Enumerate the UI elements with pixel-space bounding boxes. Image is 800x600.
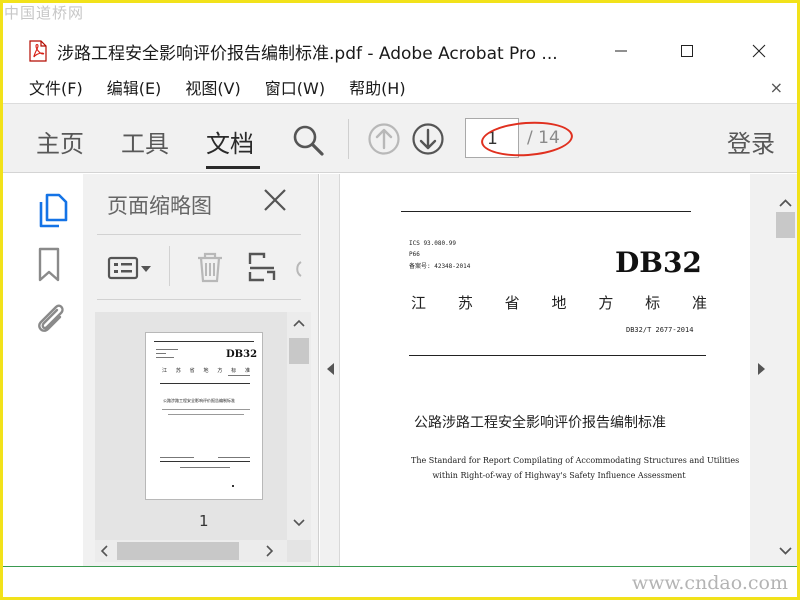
doc-code: DB32/T 2677-2014: [626, 326, 694, 334]
doc-ics: ICS 93.080.99: [409, 240, 456, 247]
doc-class: P66: [409, 251, 420, 258]
menu-bar: 文件(F) 编辑(E) 视图(V) 窗口(W) 帮助(H) ×: [3, 72, 797, 102]
tab-document[interactable]: 文档: [206, 124, 254, 159]
page-up-icon[interactable]: [367, 122, 401, 156]
thumb-province: 江苏省地方标准: [162, 368, 250, 374]
delete-icon[interactable]: [193, 250, 227, 284]
pane-divider: [97, 234, 301, 235]
thumb-db-mark: DB32: [226, 349, 258, 360]
scroll-thumb[interactable]: [776, 212, 795, 238]
bookmark-icon[interactable]: [37, 246, 63, 284]
page-down-icon[interactable]: [411, 122, 445, 156]
thumbnail-page-number: 1: [199, 512, 209, 530]
thumbnails-horizontal-scrollbar[interactable]: [95, 540, 287, 562]
tab-tools[interactable]: 工具: [121, 124, 169, 159]
expand-right-icon[interactable]: [757, 362, 767, 376]
thumbnails-vertical-scrollbar[interactable]: [287, 312, 311, 540]
tab-home[interactable]: 主页: [36, 124, 84, 159]
scroll-up-icon[interactable]: [293, 318, 305, 328]
thumbnails-pane: 页面缩略图 DB32 江苏省地方标准 公路涉路工程安全影响评价报告编制标准 1: [83, 174, 319, 566]
thumbnail-list: DB32 江苏省地方标准 公路涉路工程安全影响评价报告编制标准 1: [95, 312, 311, 562]
doc-standard-mark: DB32: [615, 246, 702, 279]
close-button[interactable]: [739, 36, 779, 66]
scroll-thumb[interactable]: [289, 338, 309, 364]
tool-separator: [169, 246, 170, 286]
minimize-button[interactable]: [601, 36, 641, 66]
menu-window[interactable]: 窗口(W): [265, 75, 325, 99]
minimize-icon: [615, 50, 627, 52]
more-tools-icon[interactable]: [295, 260, 303, 278]
collapse-left-icon[interactable]: [325, 362, 335, 376]
watermark-bottom: www.cndao.com: [631, 572, 788, 594]
document-vertical-scrollbar[interactable]: [774, 174, 797, 566]
doc-top-rule: [401, 211, 691, 212]
doc-title-cn: 公路涉路工程安全影响评价报告编制标准: [414, 415, 666, 431]
window-title: 涉路工程安全影响评价报告编制标准.pdf - Adobe Acrobat Pro…: [57, 43, 558, 64]
doc-rule: [409, 355, 706, 356]
maximize-button[interactable]: [667, 36, 707, 66]
login-button[interactable]: 登录: [727, 124, 775, 159]
scroll-up-icon[interactable]: [779, 198, 792, 208]
doc-title-en-2: within Right-of-way of Highway's Safety …: [432, 471, 686, 480]
pdf-file-icon: [29, 40, 47, 62]
main-toolbar: 主页 工具 文档 1 / 14 登录: [3, 103, 797, 173]
doc-province: 江苏省地方标准: [411, 294, 707, 312]
scroll-left-icon[interactable]: [99, 545, 109, 557]
title-bar: 涉路工程安全影响评价报告编制标准.pdf - Adobe Acrobat Pro…: [3, 30, 797, 72]
page-thumbnail[interactable]: DB32 江苏省地方标准 公路涉路工程安全影响评价报告编制标准: [145, 332, 263, 500]
scroll-thumb[interactable]: [117, 542, 239, 560]
pane-collapse-handle[interactable]: [320, 174, 340, 566]
menu-help[interactable]: 帮助(H): [349, 75, 406, 99]
search-icon[interactable]: [291, 123, 325, 157]
attachment-icon[interactable]: [33, 300, 69, 336]
thumbnails-title: 页面缩略图: [107, 194, 212, 218]
scroll-down-icon[interactable]: [779, 546, 792, 556]
thumb-title: 公路涉路工程安全影响评价报告编制标准: [163, 398, 235, 403]
maximize-icon: [681, 45, 693, 57]
menu-edit[interactable]: 编辑(E): [107, 75, 162, 99]
navigation-rail: [3, 174, 83, 566]
doc-title-en-1: The Standard for Report Compilating of A…: [411, 456, 740, 465]
pages-icon[interactable]: [35, 192, 69, 228]
right-pane-handle[interactable]: [750, 174, 774, 566]
pane-divider: [97, 299, 301, 300]
close-icon: [752, 44, 766, 58]
menu-close-button[interactable]: ×: [770, 78, 783, 97]
menu-view[interactable]: 视图(V): [185, 75, 240, 99]
toolbar-separator: [348, 119, 349, 159]
options-menu-icon[interactable]: [107, 254, 157, 284]
active-tab-indicator: [206, 166, 260, 169]
watermark-top: 中国道桥网: [4, 4, 85, 22]
menu-file[interactable]: 文件(F): [29, 75, 83, 99]
page-tool-icon[interactable]: [247, 250, 277, 284]
doc-record: 备案号: 42348-2014: [409, 263, 471, 270]
document-view[interactable]: ICS 93.080.99 P66 备案号: 42348-2014 DB32 江…: [341, 174, 774, 566]
scroll-down-icon[interactable]: [293, 518, 305, 528]
close-icon[interactable]: [261, 186, 289, 214]
scroll-right-icon[interactable]: [265, 545, 275, 557]
